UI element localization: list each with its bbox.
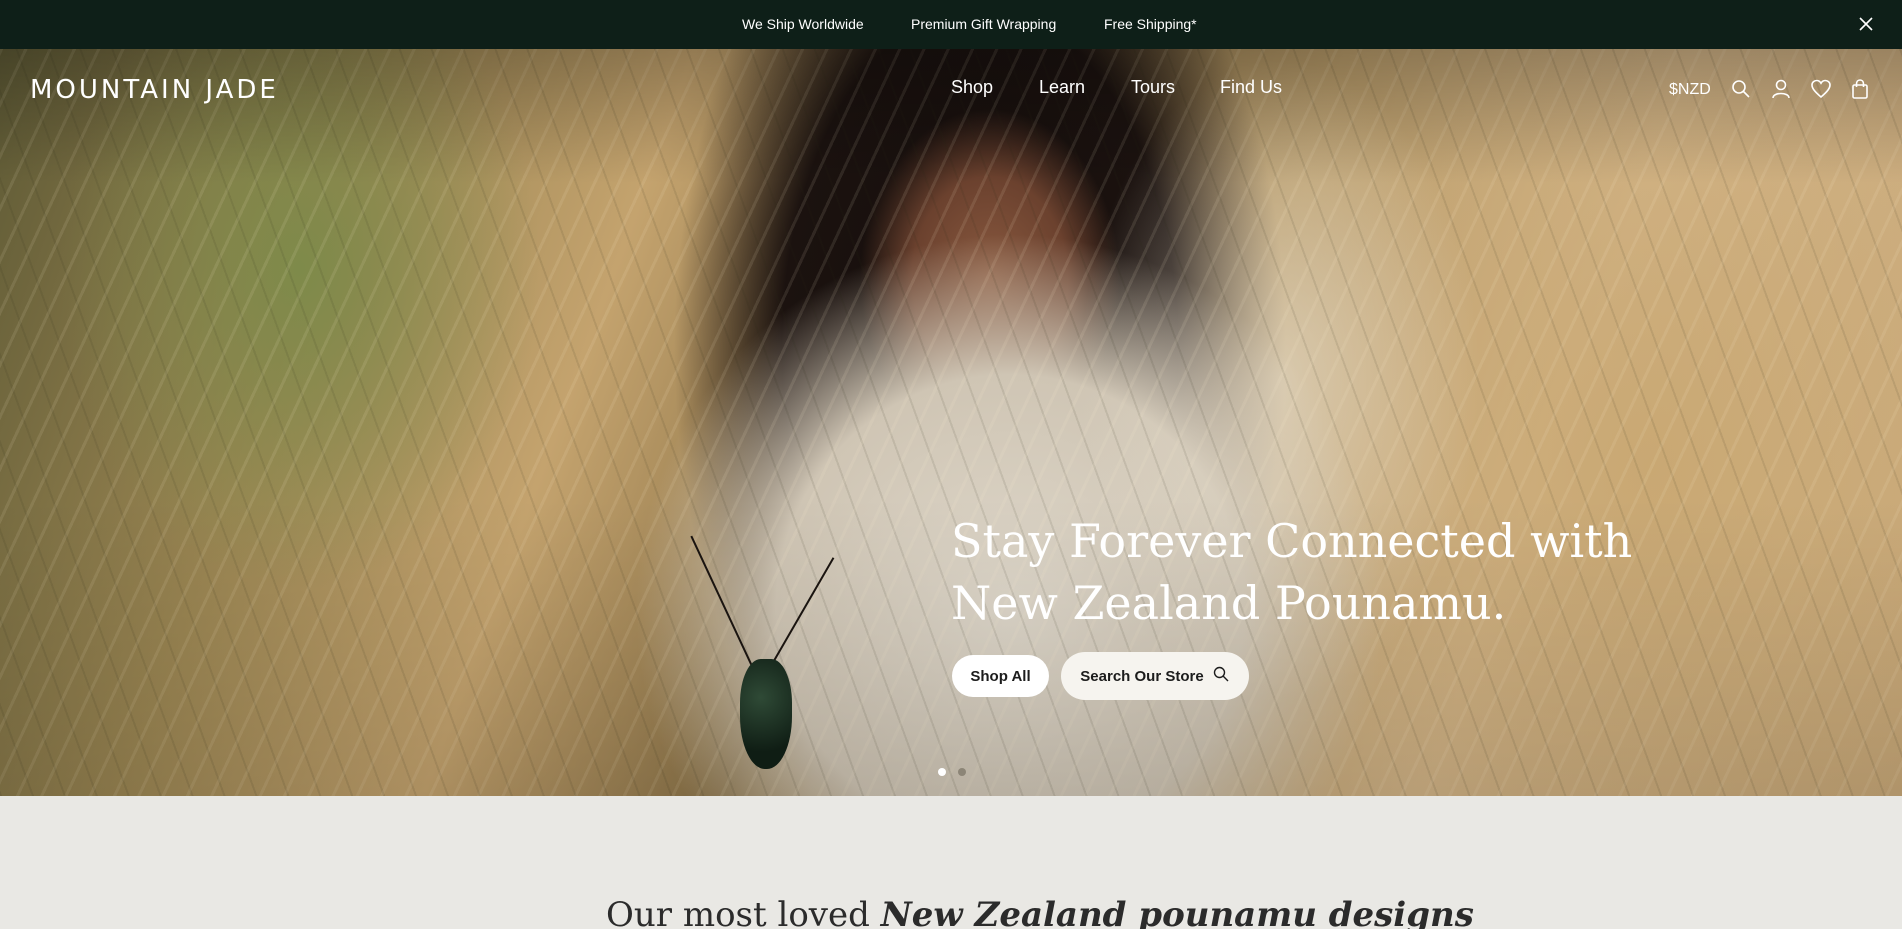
announcement-gift-wrapping: Premium Gift Wrapping — [911, 16, 1057, 32]
close-icon[interactable] — [1856, 14, 1876, 34]
wishlist-icon[interactable] — [1810, 78, 1832, 100]
search-store-button[interactable]: Search Our Store — [1061, 652, 1249, 700]
section-title-plain: Our most loved — [606, 895, 870, 929]
account-icon[interactable] — [1770, 78, 1792, 100]
currency-selector[interactable]: $NZD — [1669, 81, 1711, 99]
search-store-label: Search Our Store — [1080, 667, 1204, 685]
hero-headline: Stay Forever Connected with New Zealand … — [951, 510, 1651, 634]
hero-image-shade — [0, 49, 1902, 796]
section-title: Our most loved New Zealand pounamu desig… — [606, 895, 1474, 929]
slide-dot-2[interactable] — [958, 768, 966, 776]
hero-banner — [0, 49, 1902, 796]
nav-shop[interactable]: Shop — [951, 77, 993, 98]
nav-find-us[interactable]: Find Us — [1220, 77, 1282, 98]
pounamu-pendant-image — [740, 659, 792, 769]
logo[interactable]: MOUNTAIN JADE — [30, 75, 279, 105]
nav-tours[interactable]: Tours — [1131, 77, 1175, 98]
announcement-ship-worldwide: We Ship Worldwide — [742, 16, 864, 32]
nav-learn[interactable]: Learn — [1039, 77, 1085, 98]
cart-icon[interactable] — [1849, 78, 1871, 100]
search-icon[interactable] — [1730, 78, 1752, 100]
search-icon — [1212, 665, 1230, 687]
hero-headline-line-1: Stay Forever Connected with — [951, 514, 1633, 568]
announcement-free-shipping: Free Shipping* — [1104, 16, 1197, 32]
announcement-bar: We Ship Worldwide Premium Gift Wrapping … — [0, 0, 1902, 49]
slide-dot-1[interactable] — [938, 768, 946, 776]
section-title-emphasis: New Zealand pounamu designs — [880, 895, 1474, 929]
hero-headline-line-2: New Zealand Pounamu. — [951, 576, 1507, 630]
shop-all-button[interactable]: Shop All — [952, 655, 1049, 697]
